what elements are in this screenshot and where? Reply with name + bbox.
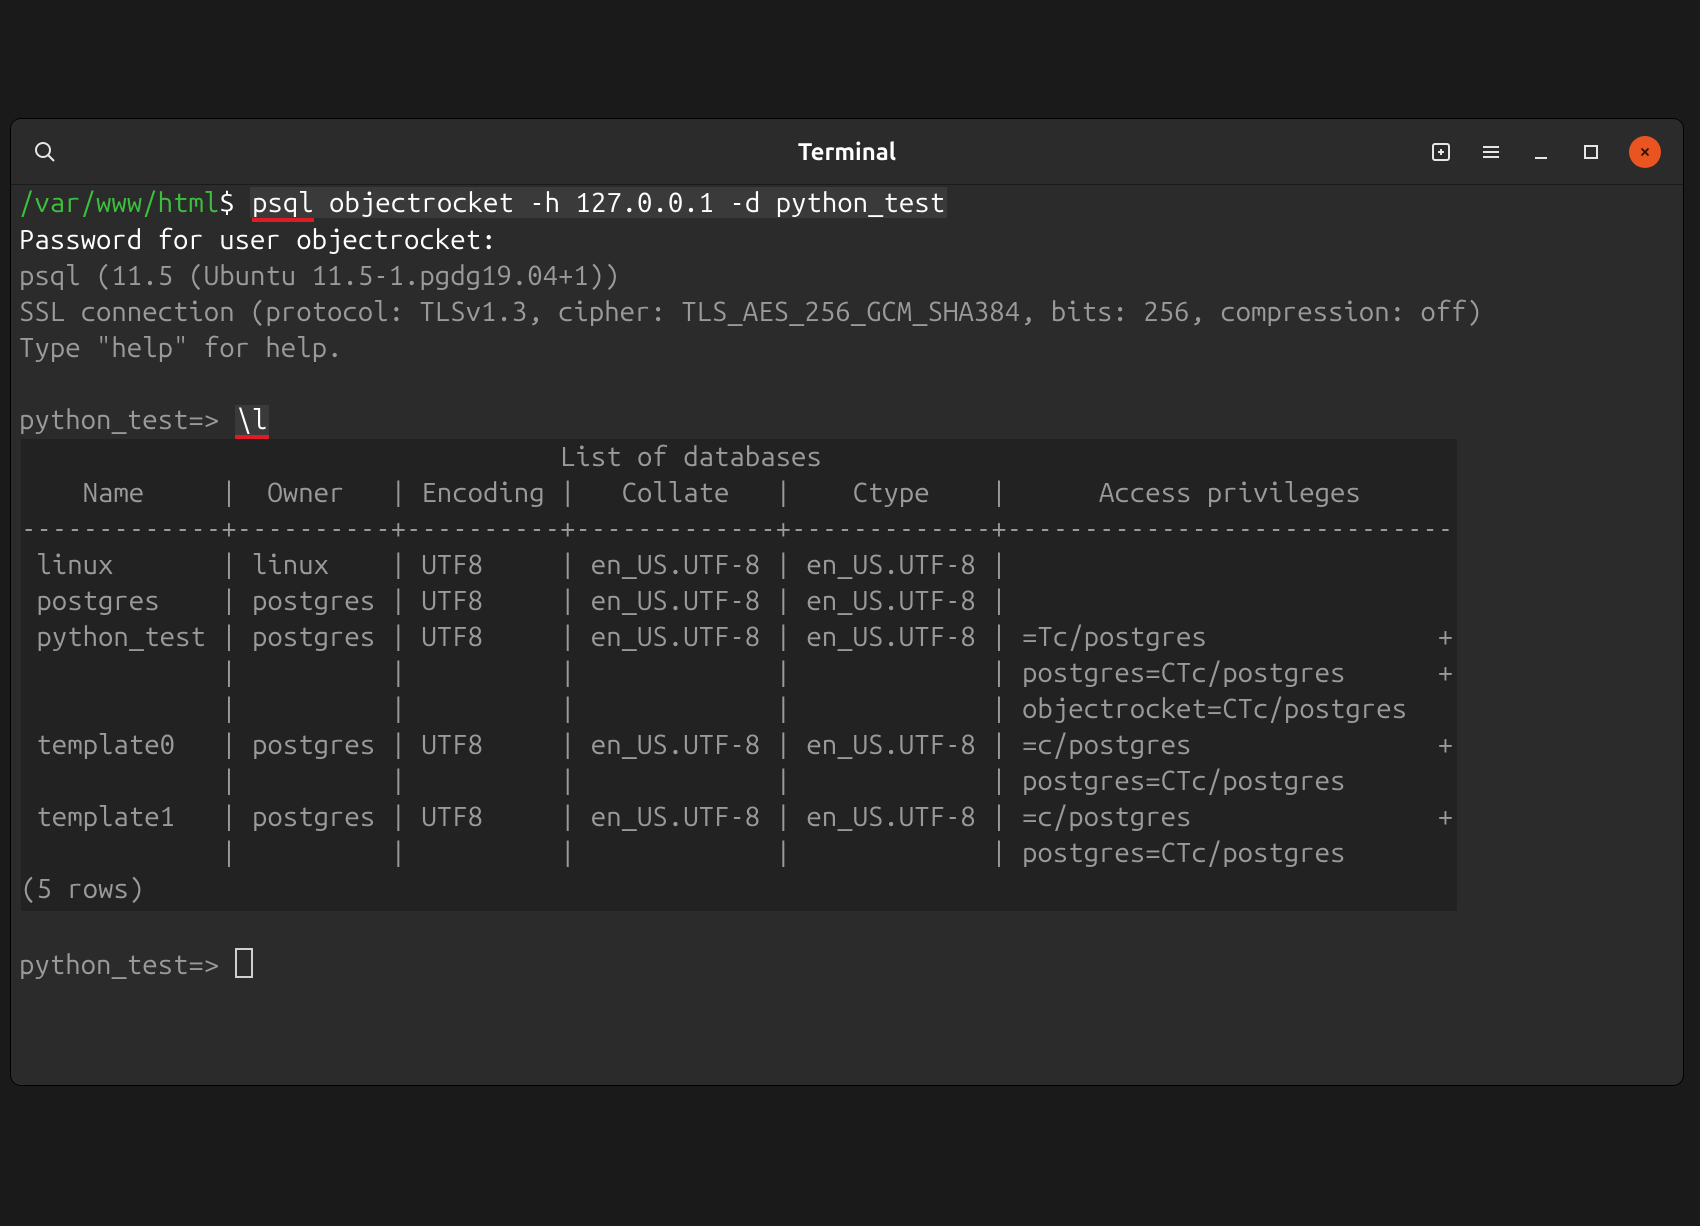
db-list-block: List of databases Name | Owner | Encodin… [21,439,1457,911]
table-row: template1 | postgres | UTF8 | en_US.UTF-… [21,801,1453,832]
new-tab-icon[interactable] [1429,140,1453,164]
list-sep: -------------+----------+----------+----… [21,513,1453,544]
hamburger-menu-icon[interactable] [1479,140,1503,164]
db-prompt: python_test=> [19,404,219,435]
command-line: psql objectrocket -h 127.0.0.1 -d python… [250,187,947,218]
table-row: | | | | | objectrocket=CTc/postgres [21,693,1407,724]
table-row: | | | | | postgres=CTc/postgres + [21,657,1453,688]
terminal-window: Terminal [11,119,1683,1085]
psql-word: psql [252,188,314,222]
cwd-path: /var/www/html [19,187,219,218]
table-row: | | | | | postgres=CTc/postgres [21,837,1345,868]
table-row: postgres | postgres | UTF8 | en_US.UTF-8… [21,585,1022,616]
password-prompt: Password for user objectrocket: [19,224,496,255]
terminal-body[interactable]: /var/www/html$ psql objectrocket -h 127.… [11,185,1683,1085]
ssl-line: SSL connection (protocol: TLSv1.3, ciphe… [19,296,1482,327]
maximize-icon[interactable] [1579,140,1603,164]
table-row: python_test | postgres | UTF8 | en_US.UT… [21,621,1453,652]
table-row: | | | | | postgres=CTc/postgres [21,765,1345,796]
list-header: Name | Owner | Encoding | Collate | Ctyp… [21,477,1453,508]
meta-command: \l [235,405,270,439]
prompt-symbol: $ [219,187,234,218]
search-icon[interactable] [33,140,57,164]
list-title: List of databases [21,441,822,472]
cursor-icon [235,948,253,978]
table-row: template0 | postgres | UTF8 | en_US.UTF-… [21,729,1453,760]
close-button[interactable] [1629,136,1661,168]
row-count: (5 rows) [21,873,144,904]
titlebar: Terminal [11,119,1683,185]
db-prompt-2: python_test=> [19,949,219,980]
help-line: Type "help" for help. [19,332,342,363]
command-rest: objectrocket -h 127.0.0.1 -d python_test [314,187,945,218]
psql-version: psql (11.5 (Ubuntu 11.5-1.pgdg19.04+1)) [19,260,620,291]
minimize-icon[interactable] [1529,140,1553,164]
table-row: linux | linux | UTF8 | en_US.UTF-8 | en_… [21,549,1022,580]
